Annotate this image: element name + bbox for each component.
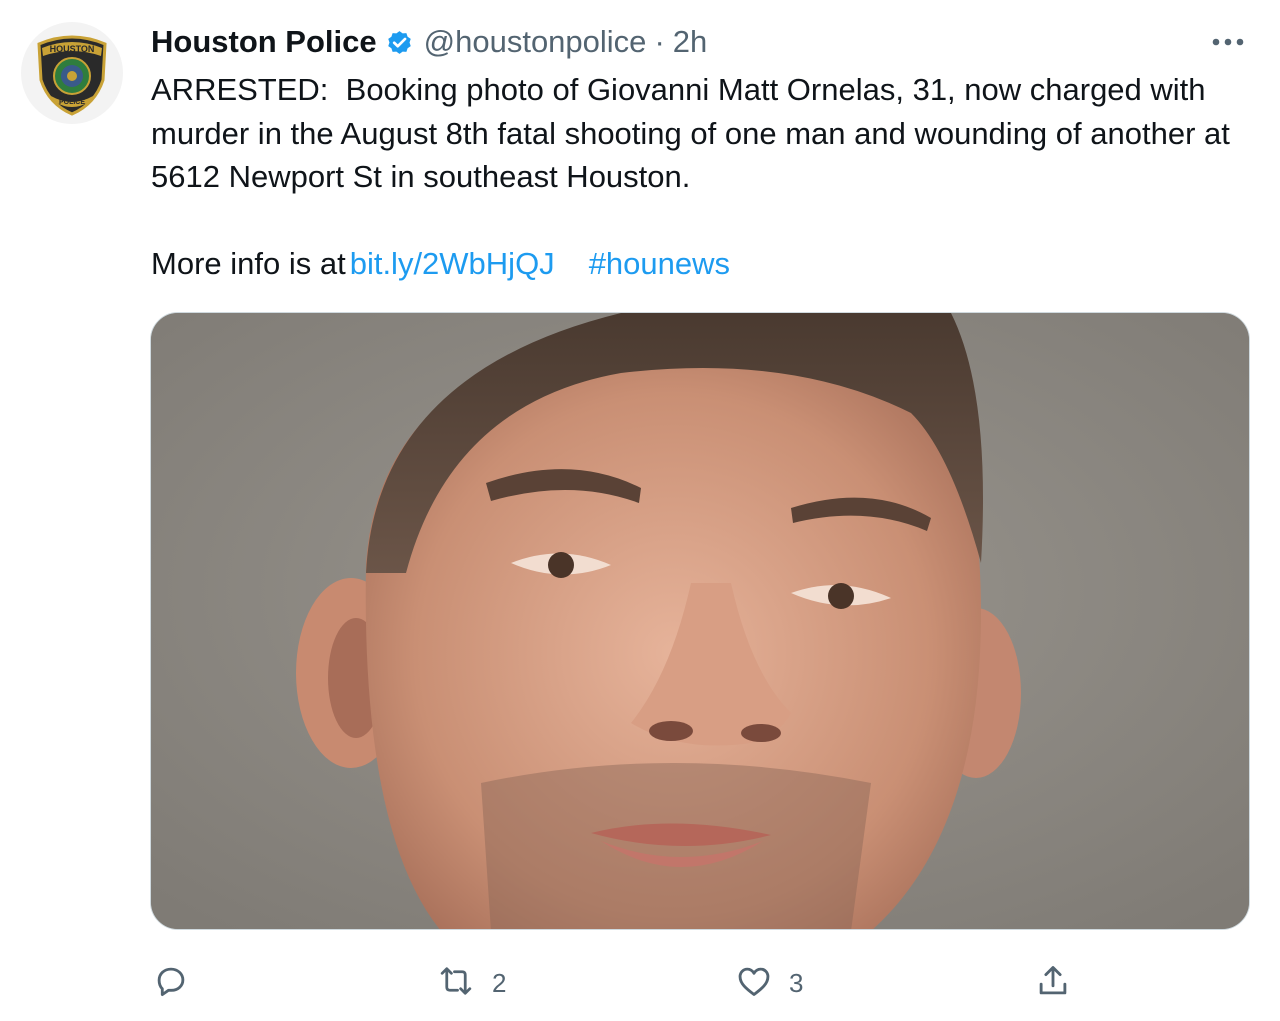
svg-text:HOUSTON: HOUSTON xyxy=(50,44,95,54)
retweet-icon xyxy=(436,962,476,1005)
police-badge-logo: HOUSTON POLICE xyxy=(37,35,107,116)
like-count: 3 xyxy=(789,967,804,998)
booking-photo-image xyxy=(151,313,1249,929)
reply-button[interactable] xyxy=(152,958,206,1008)
hashtag-link[interactable]: #hounews xyxy=(589,246,730,281)
retweet-count: 2 xyxy=(492,967,507,998)
tweet-media-photo[interactable] xyxy=(150,312,1250,930)
more-options-icon[interactable] xyxy=(1208,28,1248,56)
share-icon xyxy=(1034,962,1072,1005)
share-button[interactable] xyxy=(1034,958,1072,1008)
tweet-actions-bar: 2 3 xyxy=(0,958,1280,1008)
separator-dot: · xyxy=(654,24,665,59)
tweet-header: Houston Police @houstonpolice · 2h xyxy=(151,22,707,62)
author-handle[interactable]: @houstonpolice xyxy=(424,24,647,60)
tweet-timestamp[interactable]: 2h xyxy=(673,24,707,60)
tweet-text: ARRESTED: Booking photo of Giovanni Matt… xyxy=(151,72,1239,194)
retweet-button[interactable]: 2 xyxy=(436,958,506,1008)
author-name[interactable]: Houston Police xyxy=(151,24,377,60)
like-button[interactable]: 3 xyxy=(735,958,803,1008)
avatar[interactable]: HOUSTON POLICE xyxy=(21,22,123,124)
verified-badge-icon xyxy=(385,28,414,57)
svg-text:POLICE: POLICE xyxy=(59,99,85,106)
reply-icon xyxy=(152,962,190,1005)
more-info-line: More info is at bit.ly/2WbHjQJ #hounews xyxy=(151,242,730,286)
heart-icon xyxy=(735,962,773,1005)
more-info-prefix: More info is at xyxy=(151,246,346,281)
tweet-link[interactable]: bit.ly/2WbHjQJ xyxy=(350,246,555,281)
